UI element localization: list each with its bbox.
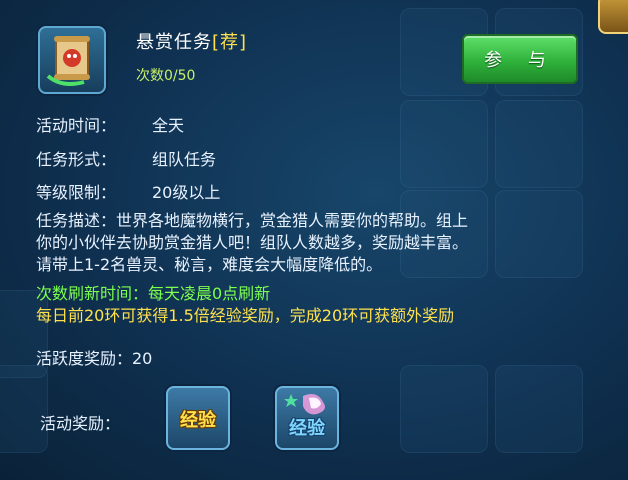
task-count: 次数0/50: [136, 68, 196, 84]
exp-reward-icon[interactable]: 经验: [166, 386, 230, 450]
activity-time-value: 全天: [152, 116, 185, 135]
join-button[interactable]: 参 与: [462, 34, 578, 84]
level-limit-label: 等级限制：: [36, 183, 117, 202]
bounty-scroll-icon: [38, 26, 106, 94]
description-line: 请带上1-2名兽灵、秘言，难度会大幅度降低的。: [36, 255, 383, 274]
level-limit-value: 20级以上: [152, 183, 221, 202]
refresh-time-text: 次数刷新时间：每天凌晨0点刷新: [36, 284, 271, 303]
description-line: 你的小伙伴去协助赏金猎人吧！组队人数越多，奖励越丰富。: [36, 233, 469, 252]
recommended-tag: [荐]: [212, 32, 248, 53]
task-form-value: 组队任务: [152, 150, 217, 169]
activity-points-text: 活跃度奖励：20: [36, 349, 153, 368]
task-form-row: 任务形式： 组队任务: [36, 146, 216, 170]
reward-label: 经验: [289, 418, 325, 439]
level-limit-row: 等级限制： 20级以上: [36, 179, 220, 203]
task-title-text: 悬赏任务: [136, 32, 212, 53]
task-description: 任务描述：世界各地魔物横行，赏金猎人需要你的帮助。组上 你的小伙伴去协助赏金猎人…: [36, 210, 596, 276]
rewards-label: 活动奖励：: [40, 414, 121, 433]
exp-star-reward-icon[interactable]: 经验: [275, 386, 339, 450]
activity-time-label: 活动时间：: [36, 116, 117, 135]
description-line: 任务描述：世界各地魔物横行，赏金猎人需要你的帮助。组上: [36, 211, 469, 230]
reward-label: 经验: [180, 410, 216, 431]
task-title: 悬赏任务[荐]: [136, 28, 247, 54]
bonus-text: 每日前20环可获得1.5倍经验奖励，完成20环可获额外奖励: [36, 306, 455, 325]
activity-time-row: 活动时间： 全天: [36, 112, 184, 136]
screen: 悬赏任务[荐] 次数0/50 参 与 活动时间： 全天 任务形式： 组队任务 等…: [0, 0, 628, 480]
task-form-label: 任务形式：: [36, 150, 117, 169]
